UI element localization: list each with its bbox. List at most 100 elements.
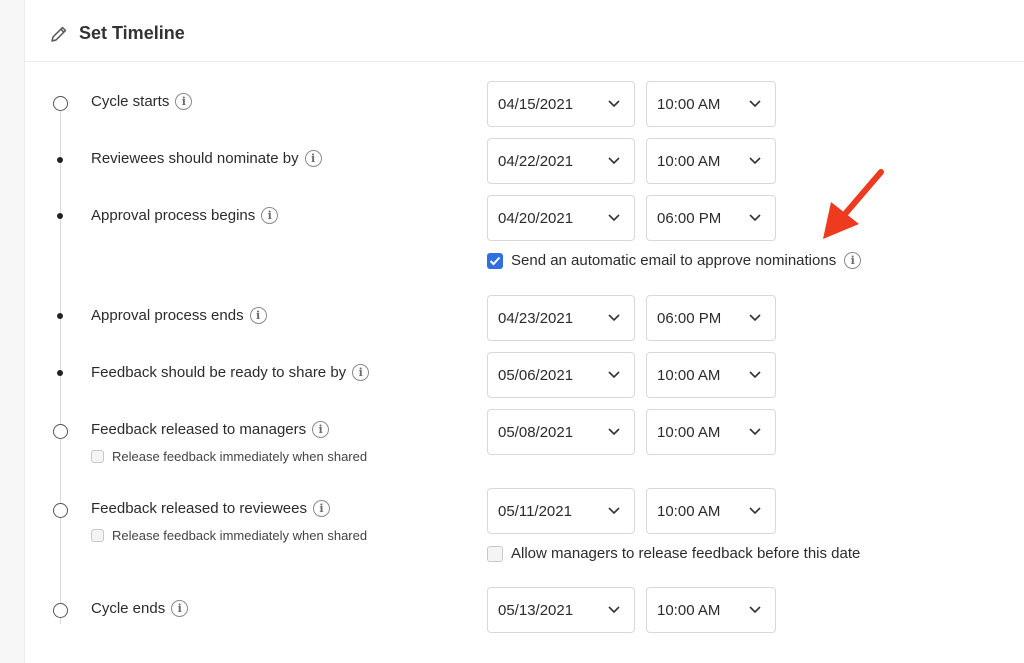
milestone-label: Cycle ends [91, 600, 166, 617]
date-value: 04/15/2021 [498, 95, 574, 113]
allow-managers-option: Allow managers to release feedback befor… [487, 545, 860, 562]
time-select[interactable]: 10:00 AM [646, 409, 776, 455]
chevron-down-icon [608, 606, 620, 614]
chevron-down-icon [608, 314, 620, 322]
time-value: 10:00 AM [657, 601, 721, 619]
info-icon[interactable]: i [352, 364, 370, 381]
chevron-down-icon [749, 371, 761, 379]
annotation-arrow-icon [823, 169, 884, 239]
pencil-icon[interactable] [49, 24, 69, 44]
time-value: 10:00 AM [657, 502, 721, 520]
time-select[interactable]: 10:00 AM [646, 587, 776, 633]
card-header: Set Timeline [25, 0, 1024, 62]
chevron-down-icon [749, 428, 761, 436]
timeline-marker-hollow [53, 603, 68, 618]
auto-email-label: Send an automatic email to approve nomin… [511, 252, 837, 269]
chevron-down-icon [608, 371, 620, 379]
timeline-marker-hollow [53, 96, 68, 111]
chevron-down-icon [608, 507, 620, 515]
info-icon[interactable]: i [312, 500, 330, 517]
timeline-marker-dot [57, 213, 63, 219]
allow-managers-label: Allow managers to release feedback befor… [511, 545, 861, 562]
milestone-label-row: Approval process begins i [91, 207, 279, 224]
timeline-line [60, 104, 61, 624]
milestone-label: Feedback released to managers [91, 421, 307, 438]
milestone-label-row: Cycle ends i [91, 600, 189, 617]
release-immediately-checkbox[interactable] [91, 529, 104, 542]
time-select[interactable]: 10:00 AM [646, 138, 776, 184]
milestone-label-row: Approval process ends i [91, 307, 267, 324]
date-select[interactable]: 04/23/2021 [487, 295, 635, 341]
allow-managers-checkbox[interactable] [487, 545, 503, 562]
time-value: 10:00 AM [657, 152, 721, 170]
chevron-down-icon [749, 314, 761, 322]
release-immediately-label: Release feedback immediately when shared [112, 528, 368, 543]
date-select[interactable]: 05/08/2021 [487, 409, 635, 455]
milestone-label: Approval process begins [91, 207, 256, 224]
info-icon[interactable]: i [261, 207, 279, 224]
time-value: 06:00 PM [657, 209, 722, 227]
milestone-label-row: Feedback released to managers i [91, 421, 330, 438]
date-value: 05/06/2021 [498, 366, 574, 384]
info-icon[interactable]: i [249, 307, 267, 324]
chevron-down-icon [749, 606, 761, 614]
timeline-marker-hollow [53, 424, 68, 439]
timeline-marker-dot [57, 313, 63, 319]
milestone-label: Cycle starts [91, 93, 170, 110]
milestone-label: Feedback released to reviewees [91, 500, 307, 517]
chevron-down-icon [608, 214, 620, 222]
date-select[interactable]: 04/22/2021 [487, 138, 635, 184]
chevron-down-icon [749, 507, 761, 515]
set-timeline-card: Set Timeline Cycle starts i 04/15/2021 1… [24, 0, 1024, 663]
date-select[interactable]: 05/11/2021 [487, 488, 635, 534]
release-immediately-option: Release feedback immediately when shared [91, 449, 367, 464]
time-value: 10:00 AM [657, 366, 721, 384]
date-value: 05/08/2021 [498, 423, 574, 441]
auto-email-checkbox[interactable] [487, 252, 503, 269]
timeline-marker-hollow [53, 503, 68, 518]
date-select[interactable]: 04/20/2021 [487, 195, 635, 241]
date-value: 04/20/2021 [498, 209, 574, 227]
check-icon [489, 256, 501, 265]
auto-email-option: Send an automatic email to approve nomin… [487, 252, 862, 269]
chevron-down-icon [749, 157, 761, 165]
page-title: Set Timeline [79, 23, 185, 43]
milestone-label-row: Feedback released to reviewees i [91, 500, 330, 517]
date-value: 05/13/2021 [498, 601, 574, 619]
chevron-down-icon [749, 100, 761, 108]
milestone-label-row: Cycle starts i [91, 93, 193, 110]
chevron-down-icon [608, 428, 620, 436]
date-value: 05/11/2021 [498, 502, 572, 520]
milestone-label-row: Feedback should be ready to share by i [91, 364, 370, 381]
time-select[interactable]: 10:00 AM [646, 81, 776, 127]
chevron-down-icon [608, 157, 620, 165]
time-value: 10:00 AM [657, 95, 721, 113]
time-select[interactable]: 06:00 PM [646, 195, 776, 241]
chevron-down-icon [608, 100, 620, 108]
time-select[interactable]: 10:00 AM [646, 352, 776, 398]
time-select[interactable]: 06:00 PM [646, 295, 776, 341]
time-select[interactable]: 10:00 AM [646, 488, 776, 534]
date-value: 04/22/2021 [498, 152, 574, 170]
milestone-label: Feedback should be ready to share by [91, 364, 347, 381]
time-value: 10:00 AM [657, 423, 721, 441]
time-value: 06:00 PM [657, 309, 722, 327]
info-icon[interactable]: i [844, 252, 862, 269]
date-select[interactable]: 05/13/2021 [487, 587, 635, 633]
date-select[interactable]: 04/15/2021 [487, 81, 635, 127]
info-icon[interactable]: i [312, 421, 330, 438]
info-icon[interactable]: i [175, 93, 193, 110]
release-immediately-checkbox[interactable] [91, 450, 104, 463]
release-immediately-option: Release feedback immediately when shared [91, 528, 367, 543]
date-select[interactable]: 05/06/2021 [487, 352, 635, 398]
timeline-marker-dot [57, 157, 63, 163]
info-icon[interactable]: i [304, 150, 322, 167]
info-icon[interactable]: i [171, 600, 189, 617]
release-immediately-label: Release feedback immediately when shared [112, 449, 368, 464]
milestone-label: Approval process ends [91, 307, 244, 324]
milestone-label: Reviewees should nominate by [91, 150, 299, 167]
date-value: 04/23/2021 [498, 309, 574, 327]
chevron-down-icon [749, 214, 761, 222]
timeline-marker-dot [57, 370, 63, 376]
milestone-label-row: Reviewees should nominate by i [91, 150, 322, 167]
